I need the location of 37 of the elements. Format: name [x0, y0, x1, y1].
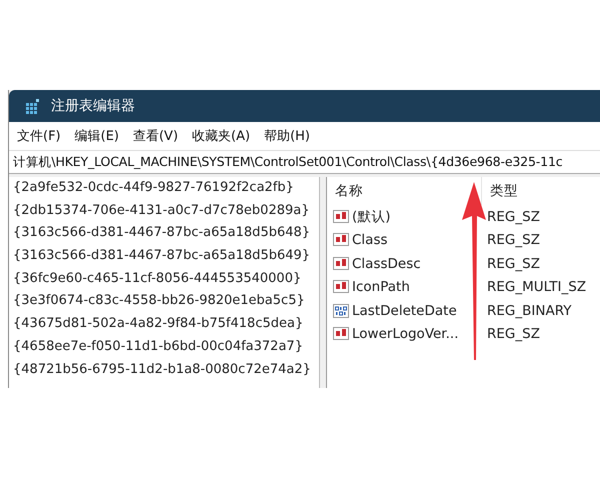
value-name[interactable]: IconPath [352, 279, 410, 296]
menu-item[interactable]: 帮助(H) [264, 127, 310, 145]
binary-value-icon [333, 302, 349, 319]
value-name[interactable]: LowerLogoVer... [352, 326, 458, 342]
tree-item[interactable]: {48721b56-6795-11d2-b1a8-0080c72e74a2} [13, 358, 319, 382]
string-value-icon [333, 208, 349, 225]
value-type: REG_MULTI_SZ [486, 279, 586, 296]
tree-item[interactable]: {2a9fe532-0cdc-44f9-9827-76192f2ca2fb} [13, 177, 319, 200]
string-value-icon [333, 256, 349, 272]
tree-item[interactable]: {3163c566-d381-4467-87bc-a65a18d5b649} [13, 245, 319, 268]
value-type: REG_SZ [486, 326, 540, 342]
string-value-icon [333, 279, 349, 296]
string-value-icon [333, 326, 349, 342]
tree-item[interactable]: {43675d81-502a-4a82-9f84-b75f418c5dea} [13, 313, 319, 336]
value-type: REG_SZ [486, 208, 540, 225]
value-type: REG_SZ [486, 256, 540, 272]
tree-item[interactable]: {4658ee7e-f050-11d1-b6bd-00c04fa372a7} [13, 336, 319, 358]
menu-item[interactable]: 查看(V) [132, 127, 178, 145]
address-bar[interactable]: 计算机\HKEY_LOCAL_MACHINE\SYSTEM\ControlSet001\Control\Class\{4d36e968-e325-11c [9, 150, 600, 174]
value-type: REG_SZ [486, 232, 540, 248]
registry-icon [25, 98, 41, 114]
window-title: 注册表编辑器 [51, 97, 135, 115]
tree-item[interactable]: {3163c566-d381-4467-87bc-a65a18d5b648} [13, 222, 319, 246]
value-name[interactable]: Class [352, 232, 388, 248]
menu-item[interactable]: 编辑(E) [74, 127, 119, 145]
value-name[interactable]: (默认) [352, 208, 391, 226]
value-name[interactable]: ClassDesc [352, 256, 421, 272]
tree-item[interactable]: {3e3f0674-c83c-4558-bb26-9820e1eba5c5} [13, 290, 319, 314]
column-header[interactable]: 类型 [490, 183, 518, 199]
menu-item[interactable]: 文件(F) [17, 127, 61, 145]
tree-item[interactable]: {2db15374-706e-4131-a0c7-d7c78eb0289a} [13, 200, 319, 222]
value-type: REG_BINARY [486, 302, 572, 319]
column-header[interactable]: 名称 [335, 177, 363, 205]
menu-item[interactable]: 收藏夹(A) [192, 127, 250, 145]
value-name[interactable]: LastDeleteDate [352, 302, 457, 319]
string-value-icon [333, 232, 349, 248]
tree-item[interactable]: {36fc9e60-c465-11cf-8056-444553540000} [13, 268, 319, 290]
